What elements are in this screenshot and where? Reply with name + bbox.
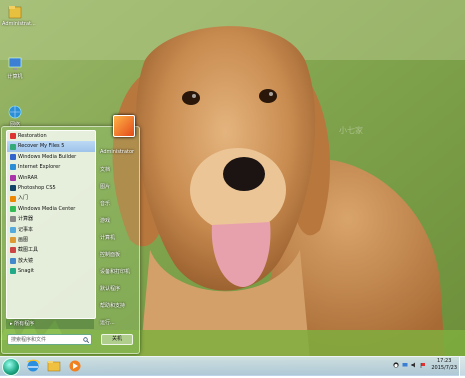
app-icon	[10, 185, 16, 192]
start-search-input[interactable]: 搜索程序和文件	[7, 334, 92, 345]
taskbar-button-media-player[interactable]	[66, 358, 84, 374]
volume-icon[interactable]	[411, 362, 417, 368]
program-item[interactable]: Internet Explorer	[7, 162, 95, 172]
default-programs-link[interactable]: 默认程序	[100, 285, 120, 292]
desktop-icon-user-folder[interactable]: Administrat...	[2, 4, 36, 27]
start-button[interactable]	[2, 358, 20, 376]
explorer-icon	[47, 361, 61, 372]
app-icon	[10, 247, 16, 254]
start-menu-right-pane: Administrator 文档 图片 音乐 游戏 计算机 控制面板 设备和打印…	[98, 115, 138, 353]
start-menu: Restoration Recover My Files 5 Windows M…	[1, 115, 140, 354]
control-panel-link[interactable]: 控制面板	[100, 251, 120, 258]
music-link[interactable]: 音乐	[100, 200, 110, 207]
flag-icon[interactable]	[420, 362, 426, 368]
app-icon	[10, 133, 16, 140]
user-avatar[interactable]	[113, 115, 135, 137]
clock-time: 17:23	[436, 358, 452, 364]
program-item[interactable]: 计算器	[7, 214, 95, 224]
taskbar-button-ie[interactable]	[24, 358, 42, 374]
desktop-icon-label: Administrat...	[2, 21, 36, 27]
network-icon	[7, 104, 23, 120]
program-item[interactable]: Restoration	[7, 131, 95, 141]
app-icon	[10, 216, 16, 223]
app-icon	[10, 257, 16, 264]
devices-printers-link[interactable]: 设备和打印机	[100, 268, 130, 275]
all-programs-button[interactable]: ▸ 所有程序	[6, 319, 94, 329]
program-item[interactable]: Snagit	[7, 266, 95, 276]
user-folder-icon	[7, 4, 23, 20]
app-icon	[10, 205, 16, 212]
program-item[interactable]: 入门	[7, 193, 95, 203]
computer-link[interactable]: 计算机	[100, 234, 115, 241]
help-support-link[interactable]: 帮助和支持	[100, 302, 125, 309]
user-name-link[interactable]: Administrator	[100, 149, 134, 155]
pictures-link[interactable]: 图片	[100, 183, 110, 190]
app-icon	[10, 143, 16, 150]
app-icon	[10, 226, 16, 233]
taskbar-button-explorer[interactable]	[45, 358, 63, 374]
desktop-icon-computer[interactable]: 计算机	[2, 56, 28, 80]
taskbar: 17:23 2015/7/23	[0, 356, 465, 376]
games-link[interactable]: 游戏	[100, 217, 110, 224]
network-icon[interactable]	[402, 362, 408, 368]
qq-icon[interactable]	[393, 362, 399, 368]
search-icon	[83, 337, 89, 343]
desktop-icon-label: 计算机	[7, 74, 23, 80]
shutdown-button[interactable]: 关机	[101, 334, 133, 345]
run-link[interactable]: 运行...	[100, 319, 115, 326]
show-desktop-button[interactable]	[459, 357, 465, 376]
program-item[interactable]: 截图工具	[7, 245, 95, 255]
app-icon	[10, 174, 16, 181]
media-player-icon	[69, 360, 81, 372]
program-item[interactable]: 放大镜	[7, 256, 95, 266]
program-item[interactable]: Photoshop CS5	[7, 183, 95, 193]
desktop-icon-network[interactable]: 网络	[2, 104, 28, 128]
program-item[interactable]: 记事本	[7, 225, 95, 235]
computer-icon	[7, 56, 23, 72]
app-icon	[10, 153, 16, 160]
clock-date: 2015/7/23	[431, 365, 457, 371]
program-item[interactable]: 画图	[7, 235, 95, 245]
program-item[interactable]: Windows Media Builder	[7, 152, 95, 162]
internet-explorer-icon	[26, 359, 40, 372]
app-icon	[10, 164, 16, 171]
program-item-highlighted[interactable]: Recover My Files 5	[7, 141, 95, 152]
clock[interactable]: 17:23 2015/7/23	[431, 358, 457, 372]
documents-link[interactable]: 文档	[100, 166, 110, 173]
app-icon	[10, 237, 16, 244]
watermark-text: 小七家	[339, 126, 363, 135]
app-icon	[10, 268, 16, 275]
program-item[interactable]: WinRAR	[7, 173, 95, 183]
program-item[interactable]: Windows Media Center	[7, 204, 95, 214]
start-menu-programs-list: Restoration Recover My Files 5 Windows M…	[6, 130, 96, 319]
app-icon	[10, 195, 16, 202]
